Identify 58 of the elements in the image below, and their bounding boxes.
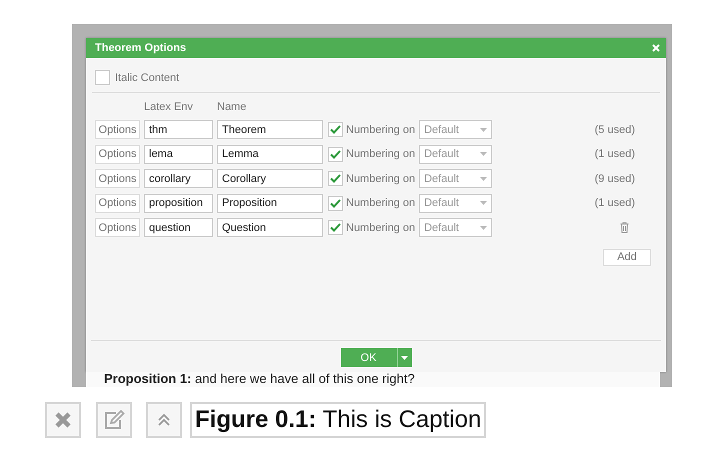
edit-button[interactable] xyxy=(96,402,132,438)
italic-content-checkbox[interactable] xyxy=(95,70,110,85)
ok-button[interactable]: OK xyxy=(340,348,396,367)
background-text: Proposition 1: and here we have all of this one right? xyxy=(104,372,416,385)
latex-env-field[interactable]: corollary xyxy=(144,169,213,188)
caret-icon xyxy=(480,176,488,180)
figure-caption[interactable]: Figure 0.1: This is Caption xyxy=(190,402,486,438)
numbering-checkbox[interactable] xyxy=(328,122,343,137)
counter-dropdown[interactable]: Default xyxy=(419,120,492,139)
options-button[interactable]: Options xyxy=(95,169,140,188)
name-field[interactable]: Proposition xyxy=(217,194,323,212)
window-title: Theorem Options xyxy=(95,42,186,54)
name-field[interactable]: Corollary xyxy=(217,169,323,188)
column-header: Name xyxy=(217,101,246,113)
name-field[interactable]: Theorem xyxy=(217,120,323,139)
name-field[interactable]: Question xyxy=(217,218,323,237)
counter-dropdown[interactable]: Default xyxy=(419,218,492,237)
caret-icon xyxy=(480,201,488,205)
latex-env-field[interactable]: question xyxy=(144,218,213,237)
usage-count: (1 used) xyxy=(594,197,635,209)
caret-icon xyxy=(480,152,488,156)
numbering-checkbox[interactable] xyxy=(328,171,343,186)
close-icon xyxy=(54,411,72,429)
options-button[interactable]: Options xyxy=(95,194,140,212)
caret-icon xyxy=(480,128,488,132)
counter-dropdown[interactable]: Default xyxy=(419,169,492,188)
numbering-checkbox[interactable] xyxy=(328,196,343,210)
numbering-label: Numbering on xyxy=(346,222,416,234)
usage-count: (1 used) xyxy=(594,148,635,160)
move-up-button[interactable] xyxy=(146,402,182,438)
column-header: Latex Env xyxy=(144,101,194,113)
ok-dropdown-button[interactable] xyxy=(396,348,412,367)
counter-dropdown[interactable]: Default xyxy=(419,194,492,212)
italic-content-label: Italic Content xyxy=(115,72,180,84)
caret-icon xyxy=(401,356,408,360)
usage-count: (9 used) xyxy=(594,172,635,184)
numbering-label: Numbering on xyxy=(346,148,416,160)
latex-env-field[interactable]: lema xyxy=(144,144,213,164)
pencil-square-icon xyxy=(103,410,125,430)
numbering-label: Numbering on xyxy=(346,172,416,184)
latex-env-field[interactable]: thm xyxy=(144,120,213,139)
trash-icon[interactable] xyxy=(620,222,629,233)
numbering-label: Numbering on xyxy=(346,124,416,136)
options-button[interactable]: Options xyxy=(95,144,140,164)
options-button[interactable]: Options xyxy=(95,120,140,139)
double-chevron-up-icon xyxy=(157,413,171,427)
close-icon[interactable] xyxy=(652,44,660,52)
latex-env-field[interactable]: proposition xyxy=(144,194,213,212)
numbering-label: Numbering on xyxy=(346,197,416,209)
add-button[interactable]: Add xyxy=(603,248,651,266)
options-button[interactable]: Options xyxy=(95,218,140,237)
numbering-checkbox[interactable] xyxy=(328,146,343,162)
caret-icon xyxy=(480,226,488,230)
name-field[interactable]: Lemma xyxy=(217,144,323,164)
counter-dropdown[interactable]: Default xyxy=(419,144,492,164)
usage-count: (5 used) xyxy=(594,124,635,136)
delete-button[interactable] xyxy=(45,402,81,438)
numbering-checkbox[interactable] xyxy=(328,220,343,235)
